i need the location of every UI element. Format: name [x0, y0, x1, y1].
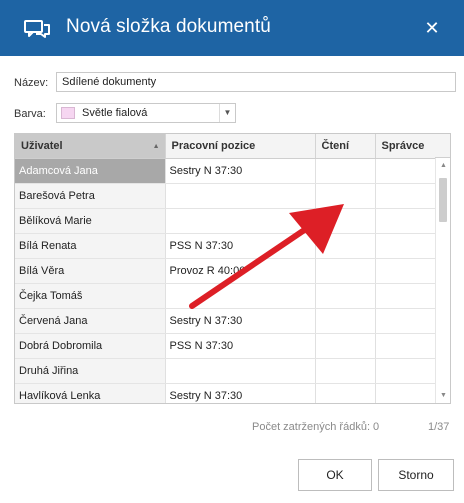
cell-position[interactable]: PSS N 37:30: [165, 333, 316, 359]
cell-read-checkbox[interactable]: [315, 258, 376, 284]
cell-admin-checkbox[interactable]: [375, 383, 436, 403]
table-row[interactable]: Bělíková Marie: [15, 208, 436, 234]
cell-user[interactable]: Bílá Věra: [15, 258, 166, 284]
column-header-read[interactable]: Čtení: [315, 134, 376, 159]
cell-admin-checkbox[interactable]: [375, 283, 436, 309]
cell-admin-checkbox[interactable]: [375, 258, 436, 284]
column-header-user[interactable]: Uživatel ▲: [15, 134, 166, 159]
ok-button[interactable]: OK: [298, 459, 372, 491]
table-row[interactable]: Havlíková Lenka Sestry N 37:30: [15, 383, 436, 403]
cell-user[interactable]: Druhá Jiřina: [15, 358, 166, 384]
cell-user[interactable]: Havlíková Lenka: [15, 383, 166, 403]
users-table: Uživatel ▲ Pracovní pozice Čtení Správce…: [15, 134, 436, 403]
cell-admin-checkbox[interactable]: [375, 208, 436, 234]
cell-user[interactable]: Čejka Tomáš: [15, 283, 166, 309]
table-row[interactable]: Bílá Věra Provoz R 40:00: [15, 258, 436, 284]
cell-position[interactable]: [165, 283, 316, 309]
cell-read-checkbox[interactable]: [315, 358, 376, 384]
cell-user[interactable]: Barešová Petra: [15, 183, 166, 209]
cell-admin-checkbox[interactable]: [375, 333, 436, 359]
cell-user[interactable]: Bílá Renata: [15, 233, 166, 259]
cell-user[interactable]: Červená Jana: [15, 308, 166, 334]
name-input[interactable]: Sdílené dokumenty: [56, 72, 456, 92]
table-row[interactable]: Červená Jana Sestry N 37:30: [15, 308, 436, 334]
scrollbar-thumb[interactable]: [439, 178, 447, 222]
cell-position[interactable]: Sestry N 37:30: [165, 308, 316, 334]
table-row[interactable]: Čejka Tomáš: [15, 283, 436, 309]
cell-user[interactable]: Bělíková Marie: [15, 208, 166, 234]
table-row[interactable]: Dobrá Dobromila PSS N 37:30: [15, 333, 436, 359]
cell-admin-checkbox[interactable]: [375, 183, 436, 209]
color-dropdown[interactable]: Světle fialová ▼: [56, 103, 236, 123]
cell-read-checkbox[interactable]: [315, 208, 376, 234]
cell-user[interactable]: Dobrá Dobromila: [15, 333, 166, 359]
column-header-position[interactable]: Pracovní pozice: [165, 134, 316, 159]
color-swatch: [61, 107, 75, 119]
cell-position[interactable]: PSS N 37:30: [165, 233, 316, 259]
page-indicator: 1/37: [428, 421, 450, 433]
table-row[interactable]: Bílá Renata PSS N 37:30: [15, 233, 436, 259]
cell-position[interactable]: [165, 358, 316, 384]
dialog-title: Nová složka dokumentů: [66, 16, 271, 37]
cell-position[interactable]: Sestry N 37:30: [165, 158, 316, 184]
cell-read-checkbox[interactable]: [315, 333, 376, 359]
table-row[interactable]: Druhá Jiřina: [15, 358, 436, 384]
header-corner: [435, 134, 450, 158]
sort-ascending-icon: ▲: [152, 143, 160, 150]
vertical-scrollbar[interactable]: ▲ ▼: [435, 158, 450, 403]
cell-admin-checkbox[interactable]: [375, 233, 436, 259]
close-icon[interactable]: ✕: [420, 16, 444, 40]
chevron-down-icon[interactable]: ▼: [219, 104, 235, 122]
column-header-label: Uživatel: [21, 139, 63, 152]
table-row[interactable]: Barešová Petra: [15, 183, 436, 209]
cell-admin-checkbox[interactable]: [375, 308, 436, 334]
column-header-admin[interactable]: Správce: [375, 134, 436, 159]
users-grid: Uživatel ▲ Pracovní pozice Čtení Správce…: [14, 133, 451, 404]
table-row[interactable]: Adamcová Jana Sestry N 37:30: [15, 158, 436, 184]
scroll-down-icon[interactable]: ▼: [440, 392, 447, 399]
cell-admin-checkbox[interactable]: [375, 358, 436, 384]
color-label: Barva:: [14, 108, 46, 120]
cell-read-checkbox[interactable]: [315, 283, 376, 309]
cell-read-checkbox[interactable]: [315, 383, 376, 403]
cell-admin-checkbox[interactable]: [375, 158, 436, 184]
cell-position[interactable]: [165, 208, 316, 234]
cell-user[interactable]: Adamcová Jana: [15, 158, 166, 184]
dialog-titlebar: Nová složka dokumentů ✕: [0, 0, 464, 56]
color-value: Světle fialová: [82, 107, 148, 119]
checked-rows-count: Počet zatržených řádků: 0: [252, 421, 380, 433]
cell-read-checkbox[interactable]: [315, 158, 376, 184]
cell-read-checkbox[interactable]: [315, 233, 376, 259]
cancel-button[interactable]: Storno: [378, 459, 454, 491]
name-label: Název:: [14, 77, 49, 89]
cell-position[interactable]: Provoz R 40:00: [165, 258, 316, 284]
cell-position[interactable]: Sestry N 37:30: [165, 383, 316, 403]
table-header-row: Uživatel ▲ Pracovní pozice Čtení Správce: [15, 134, 436, 159]
cell-read-checkbox[interactable]: [315, 308, 376, 334]
scroll-up-icon[interactable]: ▲: [440, 162, 447, 169]
cell-position[interactable]: [165, 183, 316, 209]
chat-bubbles-icon: [24, 20, 50, 38]
cell-read-checkbox[interactable]: [315, 183, 376, 209]
